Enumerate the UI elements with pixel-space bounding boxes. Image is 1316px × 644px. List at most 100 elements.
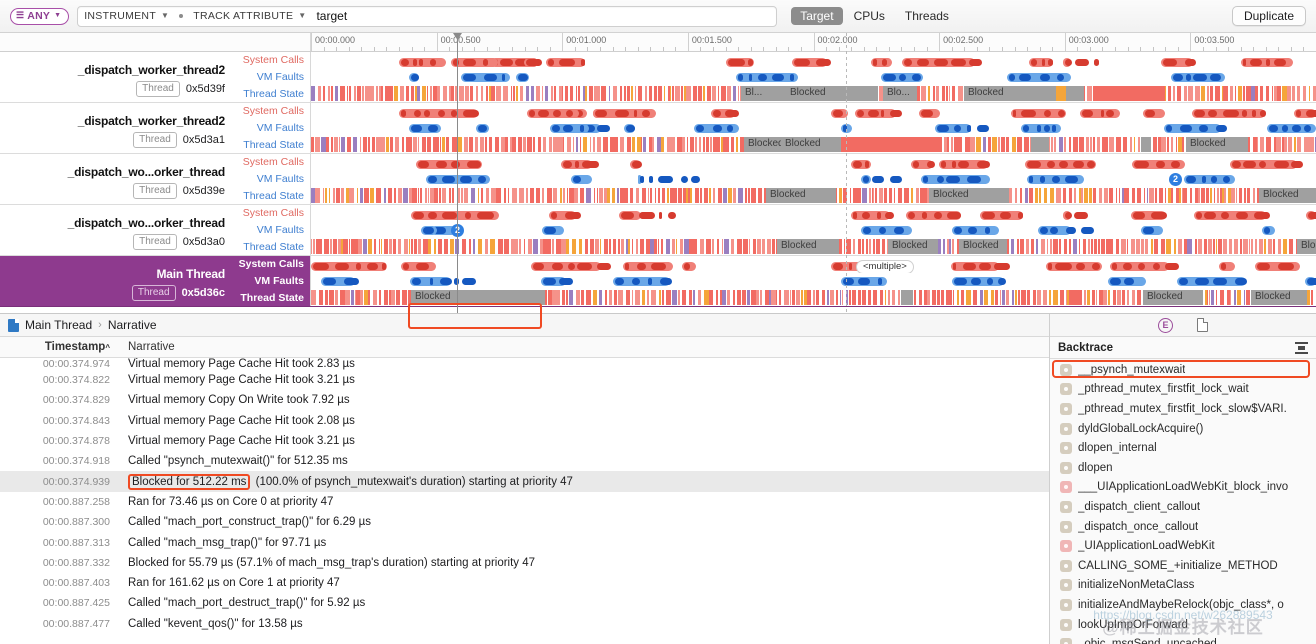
thread-state-segment[interactable]	[642, 188, 647, 203]
thread-state-segment[interactable]	[427, 188, 430, 203]
vmfault-event[interactable]	[712, 125, 722, 132]
syscall-event[interactable]	[1081, 110, 1094, 117]
thread-state-segment[interactable]	[640, 137, 643, 152]
thread-state-segment[interactable]	[566, 239, 570, 254]
thread-state-segment[interactable]	[1036, 290, 1041, 305]
thread-state-segment[interactable]	[862, 188, 868, 203]
syscall-event[interactable]	[418, 59, 424, 66]
thread-state-segment[interactable]	[675, 239, 678, 254]
thread-state-segment[interactable]	[1251, 290, 1307, 305]
syscall-event[interactable]	[450, 161, 461, 168]
thread-state-segment[interactable]	[984, 290, 988, 305]
syscall-event[interactable]	[500, 59, 513, 66]
syscall-event[interactable]	[1058, 161, 1068, 168]
thread-state-segment[interactable]	[1069, 290, 1073, 305]
thread-state-segment[interactable]	[983, 137, 986, 152]
vmfault-event[interactable]	[923, 176, 929, 183]
thread-state-segment[interactable]	[1233, 290, 1236, 305]
backtrace-frame[interactable]: lookUpImpOrForward	[1050, 615, 1316, 635]
thread-state-segment[interactable]	[560, 188, 562, 203]
syscall-event[interactable]	[1306, 110, 1316, 117]
thread-state-segment[interactable]	[711, 86, 717, 101]
vmfault-event[interactable]	[323, 278, 337, 285]
thread-state-segment[interactable]	[599, 188, 603, 203]
thread-state-segment[interactable]	[537, 137, 542, 152]
thread-state-segment[interactable]	[1096, 290, 1098, 305]
thread-state-segment[interactable]	[364, 290, 368, 305]
thread-state-segment[interactable]	[608, 239, 612, 254]
thread-state-segment[interactable]	[1108, 188, 1113, 203]
thread-state-segment[interactable]	[693, 86, 697, 101]
vm-faults-lane[interactable]	[311, 121, 1316, 135]
thread-state-segment[interactable]	[712, 239, 715, 254]
thread-state-segment[interactable]	[1044, 188, 1048, 203]
thread-state-segment[interactable]	[680, 86, 683, 101]
syscall-event[interactable]	[1291, 161, 1303, 168]
thread-state-segment[interactable]	[463, 188, 469, 203]
thread-state-segment[interactable]	[1108, 137, 1114, 152]
segment-target[interactable]: Target	[791, 7, 843, 25]
syscall-event[interactable]	[565, 212, 582, 219]
syscall-event[interactable]	[920, 110, 933, 117]
thread-state-segment[interactable]	[1093, 239, 1097, 254]
thread-state-segment[interactable]	[678, 188, 682, 203]
thread-state-segment[interactable]	[1136, 290, 1142, 305]
thread-state-segment[interactable]	[931, 290, 936, 305]
thread-state-segment[interactable]	[635, 188, 640, 203]
thread-state-segment[interactable]	[1138, 137, 1141, 152]
thread-state-segment[interactable]	[317, 86, 322, 101]
thread-state-segment[interactable]	[661, 290, 664, 305]
thread-state-segment[interactable]	[313, 239, 316, 254]
thread-state-segment[interactable]	[1224, 188, 1226, 203]
thread-state-segment[interactable]	[321, 137, 326, 152]
thread-state-segment[interactable]	[311, 290, 316, 305]
thread-state-segment[interactable]	[1184, 86, 1187, 101]
thread-state-segment[interactable]	[927, 86, 931, 101]
thread-state-segment[interactable]	[373, 239, 377, 254]
thread-state-segment[interactable]	[1204, 239, 1207, 254]
thread-state-segment[interactable]	[383, 290, 389, 305]
thread-state-segment[interactable]	[410, 137, 412, 152]
thread-state-segment[interactable]	[1178, 239, 1182, 254]
thread-state-segment[interactable]	[990, 290, 995, 305]
thread-state-segment[interactable]	[1141, 239, 1145, 254]
syscall-event[interactable]	[1111, 263, 1118, 270]
thread-state-segment[interactable]	[1197, 86, 1200, 101]
jump-bar-view[interactable]: Narrative	[108, 318, 157, 332]
vmfault-event[interactable]	[463, 74, 476, 81]
vmfault-event[interactable]	[772, 74, 785, 81]
syscall-event[interactable]	[968, 59, 983, 66]
thread-state-segment[interactable]	[1122, 290, 1125, 305]
syscall-event[interactable]	[632, 161, 642, 168]
thread-state-segment[interactable]	[829, 290, 835, 305]
thread-state-segment[interactable]	[507, 188, 510, 203]
thread-state-segment[interactable]	[494, 137, 499, 152]
syscall-event[interactable]	[926, 161, 935, 168]
thread-state-segment[interactable]	[1051, 137, 1053, 152]
vmfault-event[interactable]	[889, 176, 903, 183]
syscall-event[interactable]	[1164, 263, 1179, 270]
thread-state-segment[interactable]	[1209, 188, 1212, 203]
thread-state-segment[interactable]	[731, 239, 735, 254]
table-row[interactable]: 00:00.374.974 Virtual memory Page Cache H…	[0, 358, 1049, 370]
vmfault-event[interactable]	[440, 278, 452, 285]
thread-state-segment[interactable]	[667, 188, 669, 203]
thread-state-segment[interactable]	[731, 137, 735, 152]
thread-state-segment[interactable]	[589, 86, 594, 101]
syscall-event[interactable]	[413, 110, 421, 117]
vmfault-event[interactable]	[1292, 125, 1301, 132]
syscall-event[interactable]	[1065, 212, 1072, 219]
thread-state-segment[interactable]	[1122, 239, 1127, 254]
thread-state-segment[interactable]	[362, 86, 364, 101]
track-plot[interactable]: 2 Blocked Blocked Blocked	[311, 154, 1316, 204]
thread-state-segment[interactable]	[489, 137, 492, 152]
thread-state-segment[interactable]	[459, 86, 464, 101]
thread-state-segment[interactable]	[1230, 86, 1233, 101]
thread-state-segment[interactable]	[1111, 239, 1114, 254]
vmfault-event[interactable]	[658, 176, 674, 183]
thread-state-segment[interactable]	[737, 239, 742, 254]
thread-state-segment[interactable]	[727, 290, 731, 305]
thread-state-segment[interactable]	[1231, 188, 1235, 203]
thread-state-segment[interactable]	[574, 188, 579, 203]
thread-state-segment[interactable]	[339, 137, 341, 152]
